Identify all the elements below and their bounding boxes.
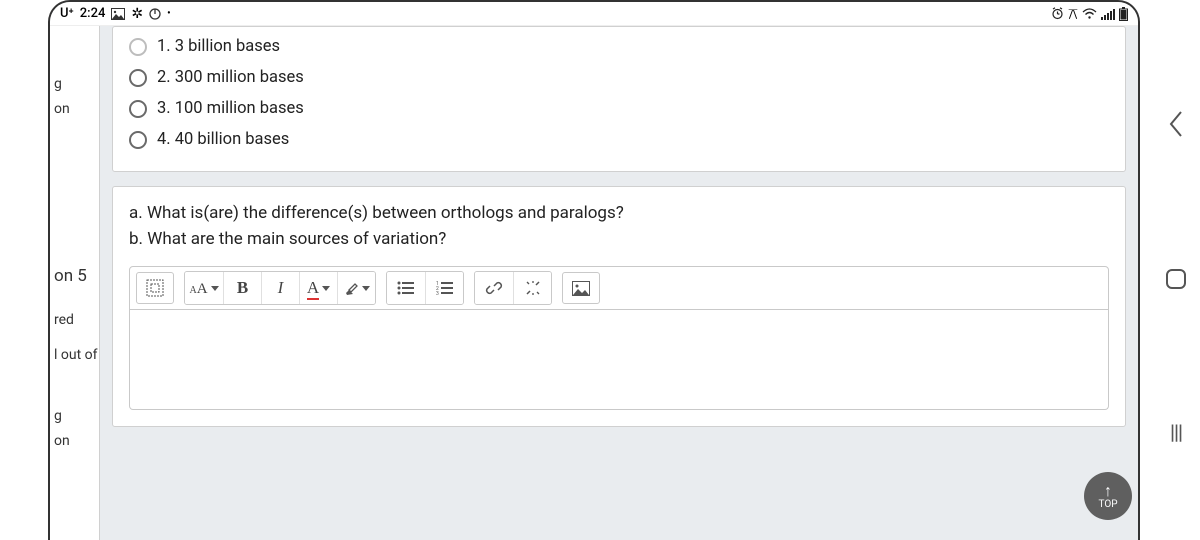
editor-toolbar: AA B I A [129, 266, 1109, 310]
arrow-up-icon: ↑ [1104, 483, 1112, 499]
chevron-down-icon [362, 286, 370, 291]
option-label: 3. 100 million bases [157, 99, 304, 118]
option-row[interactable]: 2. 300 million bases [129, 62, 1109, 93]
radio-unchecked-icon[interactable] [129, 69, 147, 87]
question-prompt-a: a. What is(are) the difference(s) betwee… [129, 201, 1109, 227]
sidebar-fragment: on [50, 429, 99, 454]
snowflake-icon: ✲ [131, 6, 143, 22]
battery-icon [1119, 7, 1128, 21]
sidebar-fragment: g [50, 404, 99, 429]
chevron-down-icon [211, 286, 219, 291]
android-status-bar: U⁺ 2:24 ✲ • ⚻ [50, 2, 1138, 26]
radio-unchecked-icon[interactable] [129, 100, 147, 118]
question-number: on 5 [50, 262, 99, 292]
question-options-card: 1. 3 billion bases 2. 300 million bases … [112, 26, 1126, 172]
dot-icon: • [167, 8, 171, 19]
question-nav-sidebar: g on on 5 red l out of g on [50, 26, 100, 540]
signal-icon [1101, 8, 1115, 20]
option-row[interactable]: 1. 3 billion bases [129, 31, 1109, 62]
back-nav-button[interactable] [1167, 110, 1185, 143]
question-prompt-b: b. What are the main sources of variatio… [129, 227, 1109, 253]
svg-text:3: 3 [436, 291, 439, 295]
device-nav-rail: ||| [1152, 0, 1200, 540]
clock: 2:24 [80, 6, 106, 21]
option-label: 2. 300 million bases [157, 68, 304, 87]
font-size-button[interactable]: AA [185, 272, 223, 304]
sidebar-fragment: red [50, 308, 99, 333]
italic-button[interactable]: I [261, 272, 299, 304]
chevron-down-icon [322, 286, 330, 291]
link-button[interactable] [475, 272, 513, 304]
sidebar-fragment: l out of [50, 343, 99, 368]
radio-unchecked-icon[interactable] [129, 131, 147, 149]
option-label: 1. 3 billion bases [157, 37, 280, 56]
alarm-icon [1051, 7, 1064, 20]
power-icon [149, 8, 161, 20]
option-row[interactable]: 3. 100 million bases [129, 93, 1109, 124]
unlink-button[interactable] [513, 272, 551, 304]
bullet-list-button[interactable] [387, 272, 425, 304]
option-row[interactable]: 4. 40 billion bases [129, 124, 1109, 155]
radio-unchecked-icon[interactable] [129, 38, 147, 56]
text-color-button[interactable]: A [299, 272, 337, 304]
answer-editor[interactable] [129, 310, 1109, 410]
sidebar-fragment: on [50, 97, 99, 122]
recents-nav-button[interactable]: ||| [1170, 420, 1182, 444]
top-label: TOP [1098, 499, 1117, 510]
highlight-button[interactable] [337, 272, 375, 304]
bluetooth-icon: ⚻ [1068, 5, 1078, 23]
essay-question-card: a. What is(are) the difference(s) betwee… [112, 186, 1126, 427]
home-nav-button[interactable] [1165, 268, 1187, 295]
bold-button[interactable]: B [223, 272, 261, 304]
scroll-to-top-button[interactable]: ↑ TOP [1084, 472, 1132, 520]
carrier-label: U⁺ [60, 6, 74, 21]
image-icon [111, 8, 125, 20]
toolbar-expand-button[interactable] [136, 272, 174, 304]
wifi-icon [1082, 8, 1097, 20]
sidebar-fragment: g [50, 72, 99, 97]
option-label: 4. 40 billion bases [157, 130, 289, 149]
numbered-list-button[interactable]: 123 [425, 272, 463, 304]
insert-image-button[interactable] [562, 272, 600, 304]
